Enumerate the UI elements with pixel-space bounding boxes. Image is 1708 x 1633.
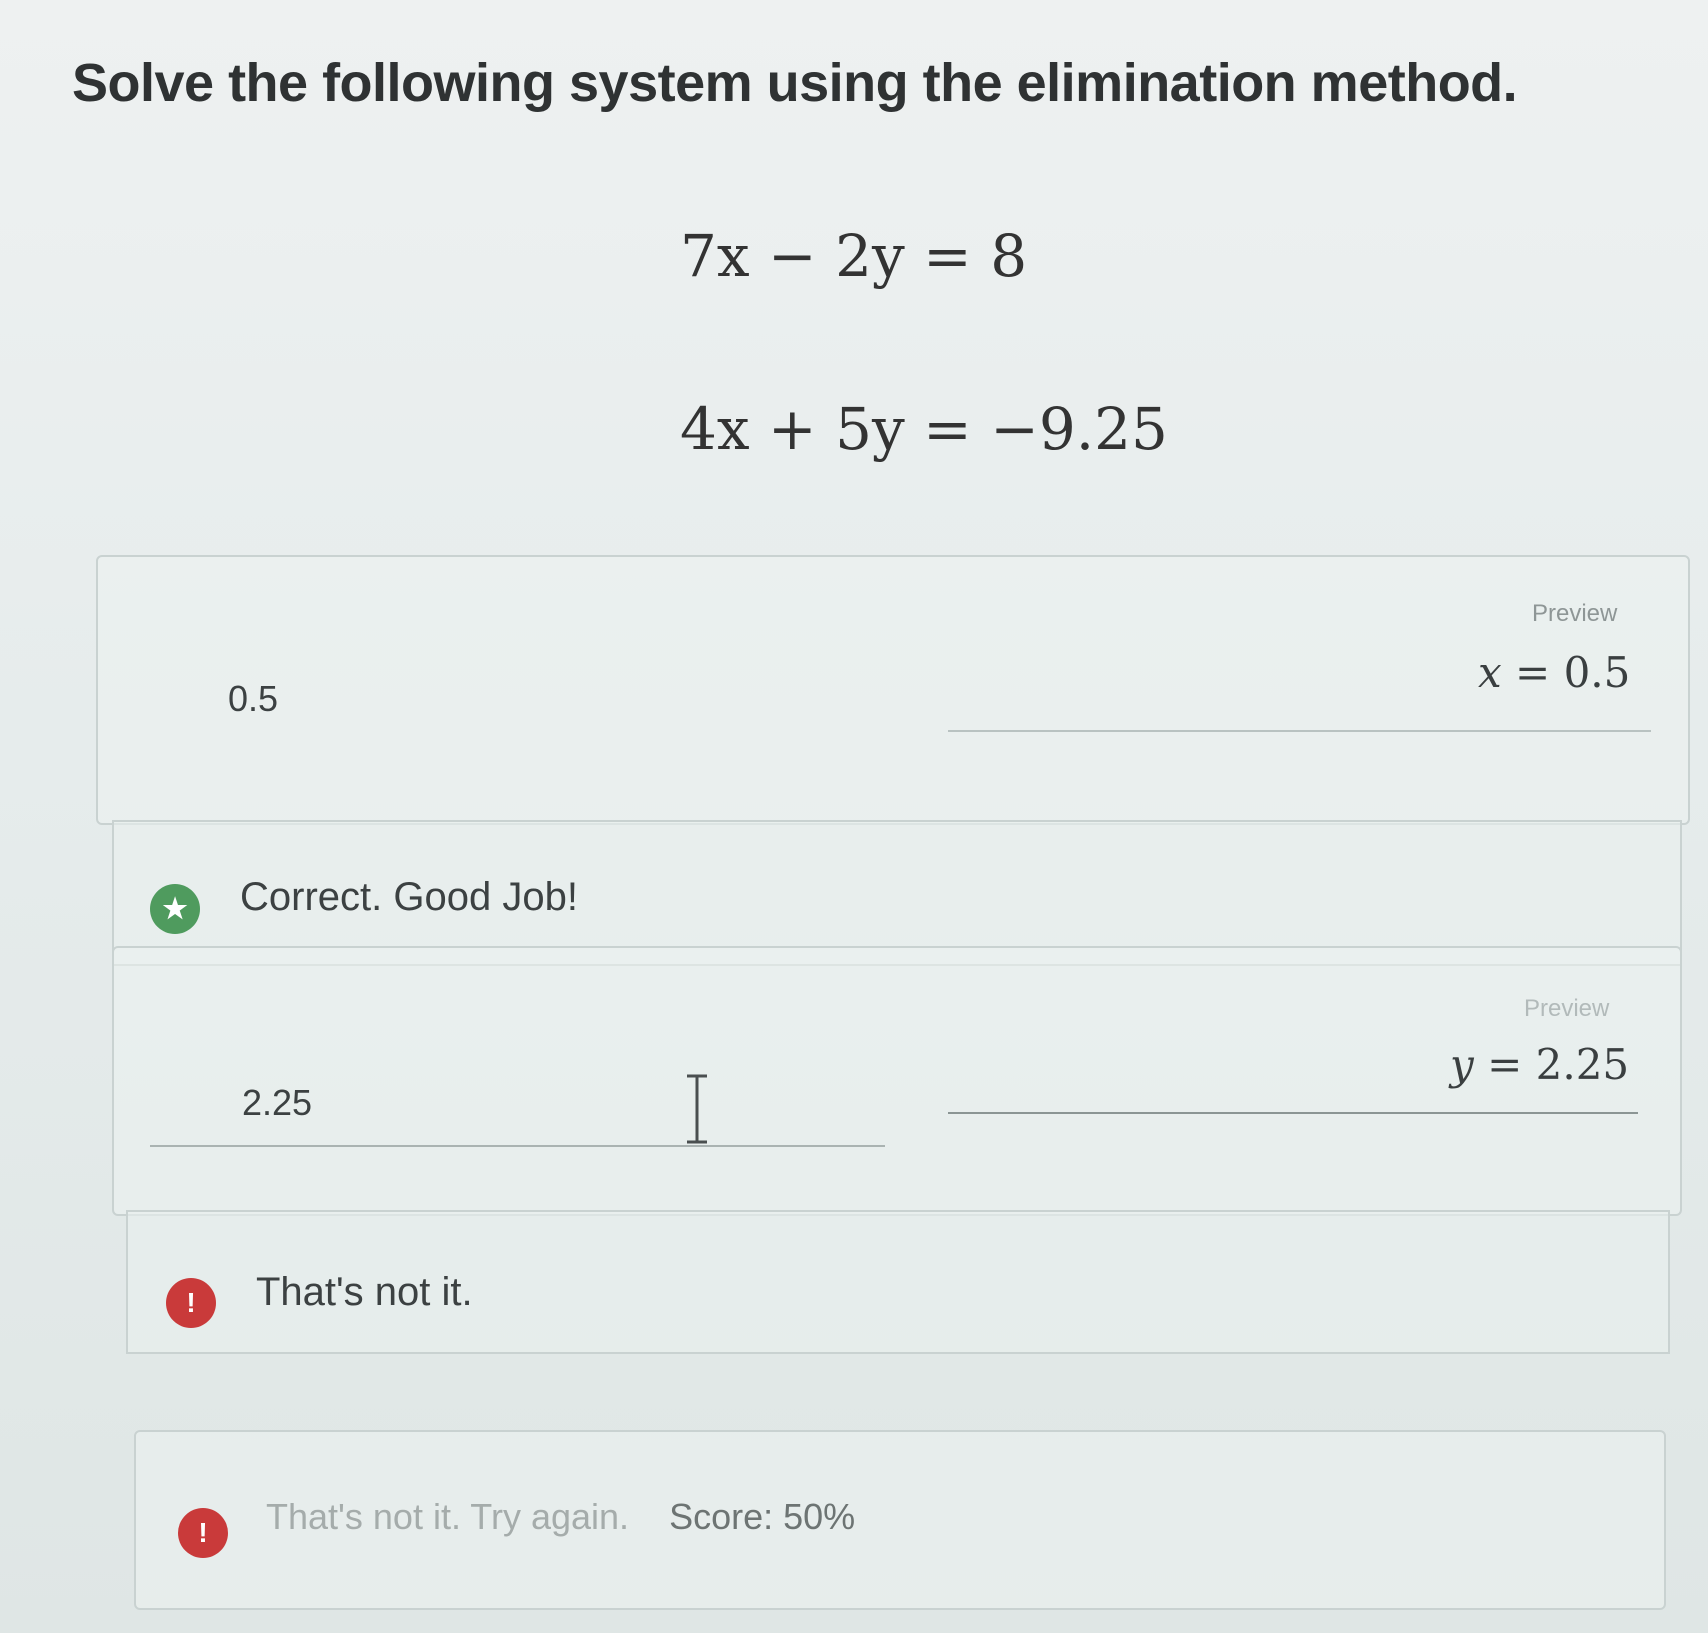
preview-underline-x xyxy=(948,730,1651,732)
answer-input-x[interactable]: 0.5 xyxy=(228,678,278,720)
preview-var-y: y xyxy=(1450,1040,1474,1089)
preview-label-x: Preview xyxy=(1532,600,1618,627)
equation-2: 4x + 5y = −9.25 xyxy=(680,395,1168,463)
score-text: Score: 50% xyxy=(669,1496,856,1537)
feedback-wrong-text: That's not it. xyxy=(256,1270,473,1314)
preview-value-y: y = 2.25 xyxy=(1450,1040,1629,1089)
answer-card-y xyxy=(112,946,1682,1216)
text-cursor-icon xyxy=(687,1074,707,1144)
input-underline-y xyxy=(150,1145,885,1147)
answer-input-y[interactable]: 2.25 xyxy=(242,1082,312,1124)
result-message-text: That's not it. Try again. xyxy=(266,1496,630,1537)
equation-1: 7x − 2y = 8 xyxy=(680,222,1028,290)
preview-var-x: x xyxy=(1478,648,1502,697)
page: Solve the following system using the eli… xyxy=(0,0,1708,1633)
preview-label-y: Preview xyxy=(1524,995,1610,1022)
exclamation-icon: ! xyxy=(166,1278,216,1328)
result-message: That's not it. Try again. Score: 50% xyxy=(266,1496,855,1538)
preview-underline-y xyxy=(948,1112,1638,1114)
star-icon: ★ xyxy=(150,884,200,934)
question-title: Solve the following system using the eli… xyxy=(72,53,1518,113)
preview-value-x: x = 0.5 xyxy=(1478,648,1630,697)
answer-card-x xyxy=(96,555,1690,825)
preview-num-y: = 2.25 xyxy=(1487,1040,1630,1089)
exclamation-icon: ! xyxy=(178,1508,228,1558)
preview-num-x: = 0.5 xyxy=(1515,648,1631,697)
feedback-correct-text: Correct. Good Job! xyxy=(240,875,578,919)
